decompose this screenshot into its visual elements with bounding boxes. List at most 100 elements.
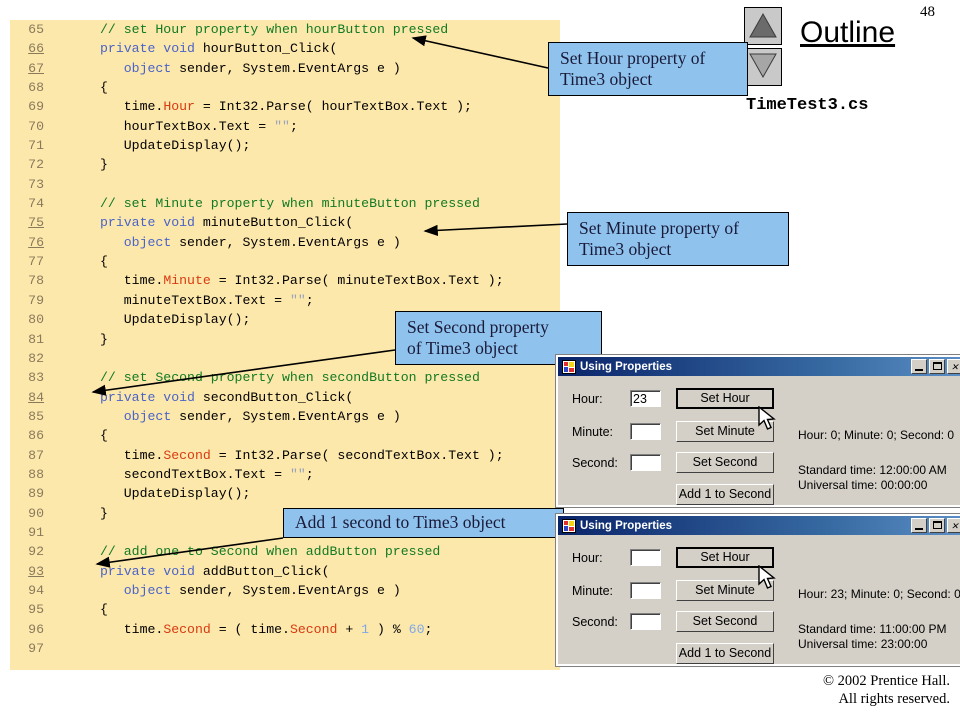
- using-properties-window-1[interactable]: Using Properties ✕ Hour: 23 Set Hour Min…: [556, 355, 960, 507]
- code-line: 65 // set Hour property when hourButton p…: [10, 20, 560, 39]
- code-line-text: time.Second = Int32.Parse( secondTextBox…: [100, 447, 504, 463]
- code-line-text: object sender, System.EventArgs e ): [123, 234, 401, 250]
- code-line: 73: [10, 175, 560, 194]
- code-line-text: private void hourButton_Click(: [100, 41, 338, 57]
- code-line-number: 79: [28, 292, 44, 308]
- callout-set-hour-line2: Time3 object: [560, 69, 653, 89]
- code-line: 93 private void addButton_Click(: [10, 562, 560, 581]
- code-line-text: {: [100, 428, 108, 444]
- copyright-line1: © 2002 Prentice Hall.: [823, 673, 950, 689]
- code-line-number: 72: [28, 157, 44, 173]
- add-one-to-second-button[interactable]: Add 1 to Second: [676, 484, 774, 505]
- add-one-to-second-button[interactable]: Add 1 to Second: [676, 643, 774, 664]
- using-properties-window-2[interactable]: Using Properties ✕ Hour: Set Hour Minute…: [556, 514, 960, 666]
- maximize-icon[interactable]: [929, 518, 945, 533]
- code-line-text: minuteTextBox.Text = "";: [100, 292, 314, 308]
- callout-set-minute: Set Minute property of Time3 object: [567, 212, 789, 266]
- code-line: 66 private void hourButton_Click(: [10, 39, 560, 58]
- code-line-text: time.Second = ( time.Second + 1 ) % 60;: [100, 621, 433, 637]
- hour-input[interactable]: [630, 549, 661, 566]
- code-line: 86 {: [10, 426, 560, 445]
- time-status-label: Hour: 0; Minute: 0; Second: 0: [798, 428, 955, 442]
- code-line-number: 86: [28, 428, 44, 444]
- code-line: 76 object sender, System.EventArgs e ): [10, 233, 560, 252]
- window-body: Hour: Set Hour Minute: Set Minute Second…: [558, 535, 960, 664]
- code-line-number: 73: [28, 176, 44, 192]
- code-line-text: // set Minute property when minuteButton…: [100, 196, 480, 212]
- code-line-number: 65: [28, 22, 44, 37]
- maximize-icon[interactable]: [929, 359, 945, 374]
- page-number: 48: [920, 4, 935, 20]
- code-line: 89 UpdateDisplay();: [10, 484, 560, 503]
- set-second-button[interactable]: Set Second: [676, 452, 774, 473]
- code-line-number: 89: [28, 486, 44, 502]
- window-controls[interactable]: ✕: [911, 359, 960, 374]
- minute-label: Minute:: [572, 424, 613, 439]
- code-line-text: hourTextBox.Text = "";: [100, 118, 298, 134]
- callout-set-hour-line1: Set Hour property of: [560, 48, 706, 68]
- set-second-button[interactable]: Set Second: [676, 611, 774, 632]
- hour-input[interactable]: 23: [630, 390, 661, 407]
- code-line-text: secondTextBox.Text = "";: [100, 466, 314, 482]
- code-line-number: 96: [28, 621, 44, 637]
- code-line-text: {: [100, 80, 108, 96]
- callout-set-minute-line2: Time3 object: [579, 239, 672, 259]
- code-line-number: 93: [28, 563, 44, 579]
- minute-input[interactable]: [630, 582, 661, 599]
- hour-label: Hour:: [572, 550, 603, 565]
- window-title: Using Properties: [580, 519, 673, 532]
- triangle-up-icon[interactable]: [744, 7, 782, 45]
- code-line: 71 UpdateDisplay();: [10, 136, 560, 155]
- code-line-text: }: [100, 331, 108, 347]
- code-line: 69 time.Hour = Int32.Parse( hourTextBox.…: [10, 97, 560, 116]
- code-line-number: 68: [28, 80, 44, 96]
- page-title: Outline: [800, 16, 896, 49]
- code-line-text: // add one to Second when addButton pres…: [100, 544, 441, 560]
- callout-set-hour: Set Hour property of Time3 object: [548, 42, 748, 96]
- code-line: 85 object sender, System.EventArgs e ): [10, 407, 560, 426]
- close-icon[interactable]: ✕: [947, 518, 960, 533]
- second-input[interactable]: [630, 454, 661, 471]
- code-line-number: 85: [28, 408, 44, 424]
- code-line-text: private void minuteButton_Click(: [100, 215, 354, 231]
- minimize-icon[interactable]: [911, 359, 927, 374]
- code-line-text: object sender, System.EventArgs e ): [123, 408, 401, 424]
- code-line: 97: [10, 639, 560, 658]
- code-line-number: 82: [28, 350, 44, 366]
- code-line-text: // set Second property when secondButton…: [100, 370, 480, 386]
- code-line: 83 // set Second property when secondButt…: [10, 368, 560, 387]
- code-line-number: 74: [28, 196, 44, 212]
- code-line-number: 83: [28, 370, 44, 386]
- second-input[interactable]: [630, 613, 661, 630]
- code-line-text: private void secondButton_Click(: [100, 389, 354, 405]
- minute-input[interactable]: [630, 423, 661, 440]
- window-titlebar[interactable]: Using Properties ✕: [558, 516, 960, 535]
- code-line-number: 76: [28, 234, 44, 250]
- window-titlebar[interactable]: Using Properties ✕: [558, 357, 960, 376]
- code-line-text: UpdateDisplay();: [100, 138, 251, 154]
- universal-time-label: Universal time: 00:00:00: [798, 478, 928, 492]
- code-line-text: }: [100, 157, 108, 173]
- triangle-down-icon[interactable]: [744, 48, 782, 86]
- code-line: 74 // set Minute property when minuteButt…: [10, 194, 560, 213]
- app-icon: [562, 518, 576, 533]
- code-line-number: 80: [28, 312, 44, 328]
- second-label: Second:: [572, 455, 618, 470]
- code-line-number: 77: [28, 254, 44, 270]
- code-line: 84 private void secondButton_Click(: [10, 388, 560, 407]
- code-line: 68 {: [10, 78, 560, 97]
- code-line-number: 70: [28, 118, 44, 134]
- code-line-number: 88: [28, 466, 44, 482]
- code-line: 87 time.Second = Int32.Parse( secondText…: [10, 446, 560, 465]
- code-line-text: private void addButton_Click(: [100, 563, 330, 579]
- window-controls[interactable]: ✕: [911, 518, 960, 533]
- code-line: 96 time.Second = ( time.Second + 1 ) % 6…: [10, 620, 560, 639]
- code-line: 92 // add one to Second when addButton pr…: [10, 542, 560, 561]
- code-line-text: time.Hour = Int32.Parse( hourTextBox.Tex…: [100, 99, 472, 115]
- close-icon[interactable]: ✕: [947, 359, 960, 374]
- code-line-text: // set Hour property when hourButton pre…: [100, 22, 449, 37]
- code-line-text: time.Minute = Int32.Parse( minuteTextBox…: [100, 273, 504, 289]
- minimize-icon[interactable]: [911, 518, 927, 533]
- window-body: Hour: 23 Set Hour Minute: Set Minute Sec…: [558, 376, 960, 505]
- code-line-number: 84: [28, 389, 44, 405]
